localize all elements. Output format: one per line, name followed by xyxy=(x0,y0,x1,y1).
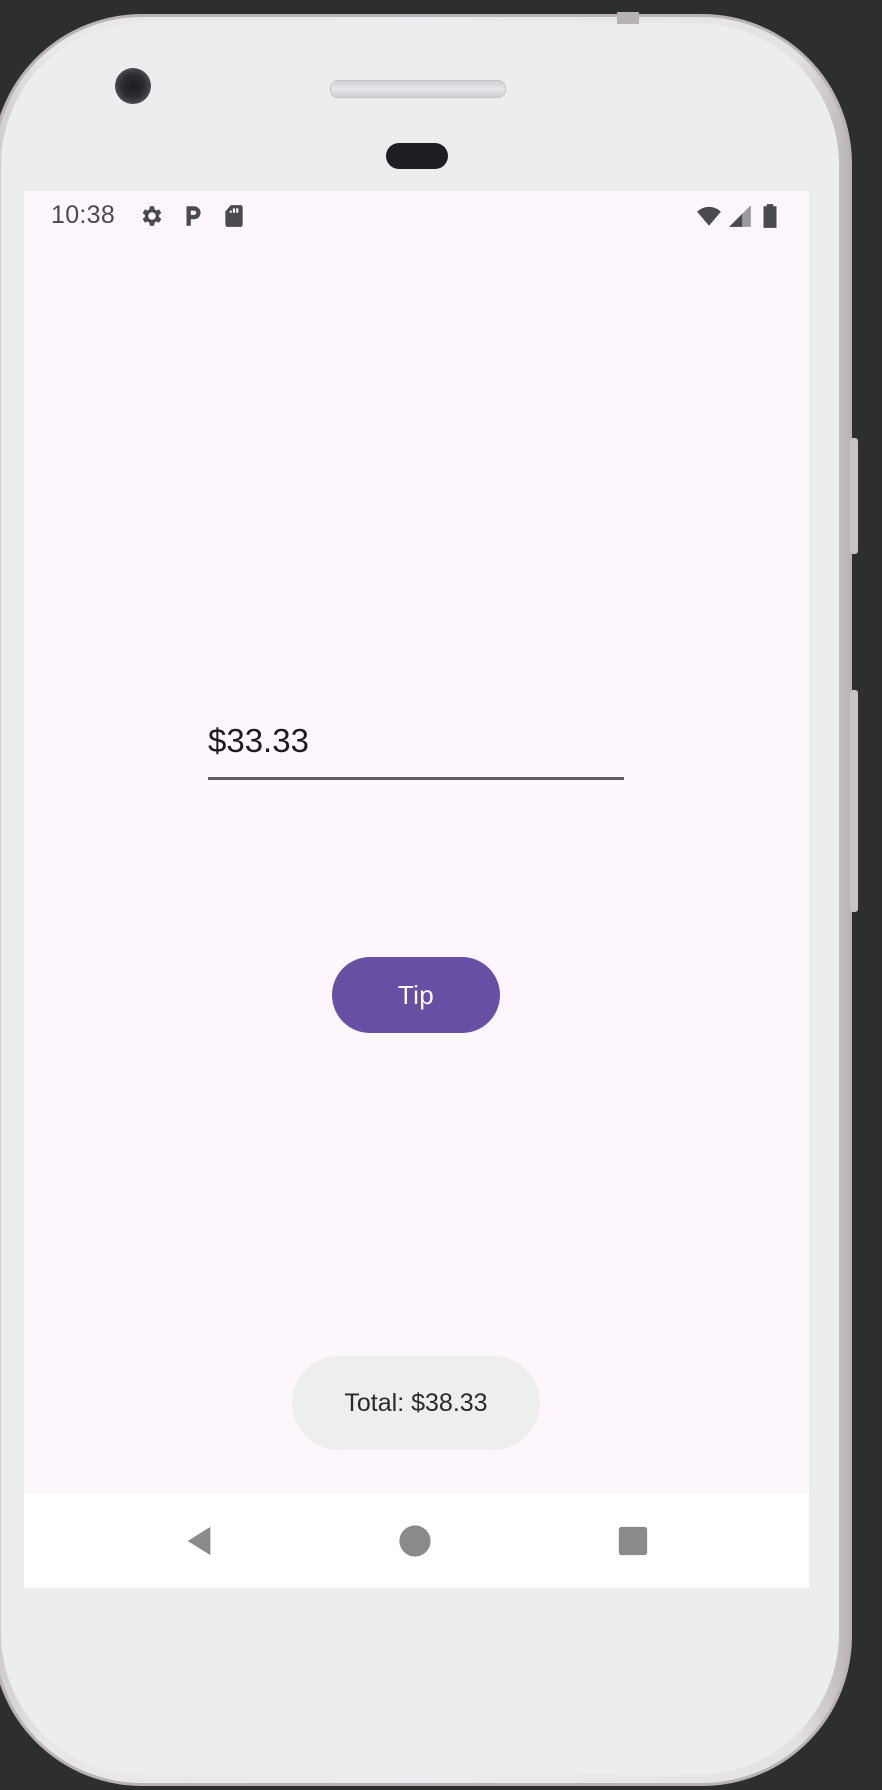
navigation-bar xyxy=(24,1494,809,1588)
device-screen: 10:38 $33.33 Tip Total: $38.33 xyxy=(24,191,809,1588)
status-time: 10:38 xyxy=(51,201,116,229)
volume-button[interactable] xyxy=(850,690,858,912)
status-bar: 10:38 xyxy=(24,191,809,239)
total-toast: Total: $38.33 xyxy=(292,1356,540,1450)
wifi-icon xyxy=(697,206,721,226)
sd-card-icon xyxy=(225,205,243,227)
recents-icon[interactable] xyxy=(616,1524,650,1558)
battery-icon xyxy=(763,204,777,228)
bill-amount-value: $33.33 xyxy=(208,722,309,759)
phone-top-tab xyxy=(617,12,639,24)
home-icon[interactable] xyxy=(398,1524,432,1558)
power-button[interactable] xyxy=(850,438,858,554)
signal-icon xyxy=(729,205,751,227)
bill-amount-input[interactable]: $33.33 xyxy=(208,716,624,780)
tip-button[interactable]: Tip xyxy=(332,957,500,1033)
gear-icon xyxy=(142,206,162,226)
front-camera xyxy=(115,68,151,104)
proximity-sensor xyxy=(386,143,448,169)
parking-icon xyxy=(186,206,201,226)
earpiece-speaker xyxy=(330,80,506,98)
back-icon[interactable] xyxy=(182,1524,216,1558)
emulator-stage: 10:38 $33.33 Tip Total: $38.33 xyxy=(0,0,882,1790)
